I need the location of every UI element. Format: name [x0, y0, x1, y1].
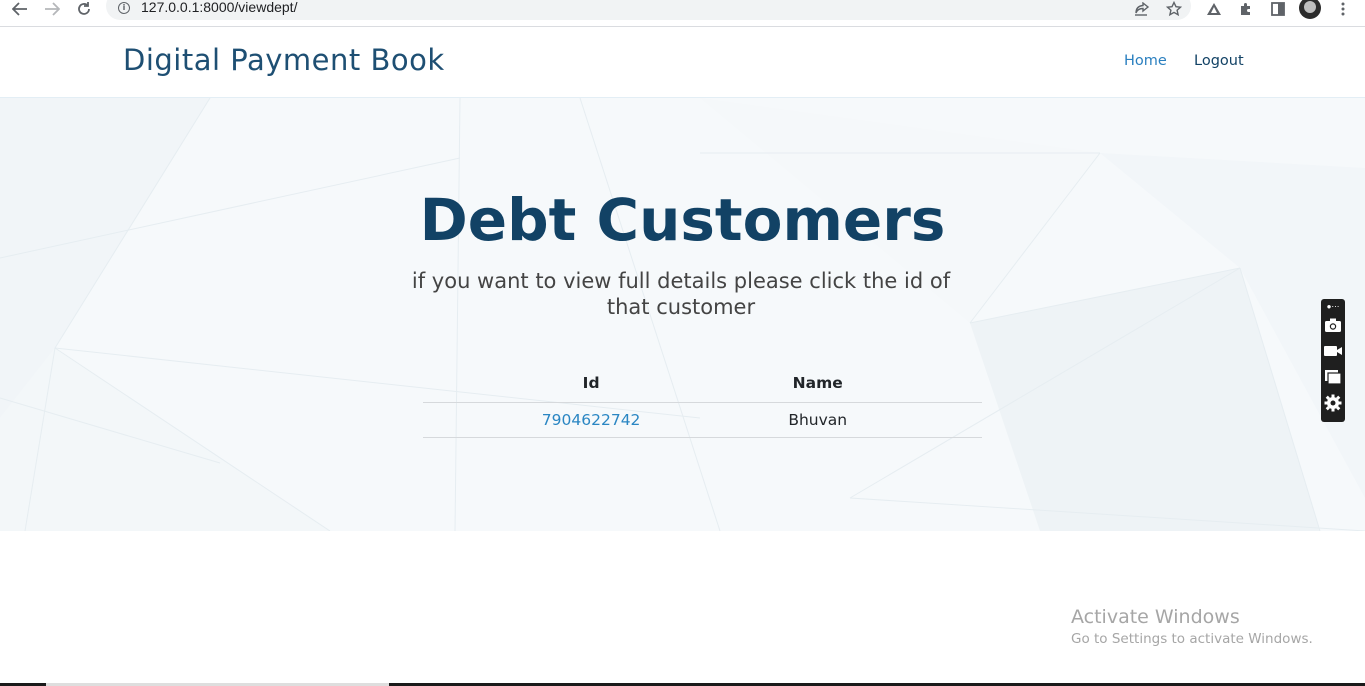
- table-cell-id: 7904622742: [423, 402, 760, 438]
- info-icon[interactable]: i: [118, 2, 130, 14]
- debt-customers-table: Id Name 7904622742 Bhuvan: [423, 364, 982, 438]
- table-row: 7904622742 Bhuvan: [423, 402, 982, 438]
- capture-toolbar: ●⋯: [1321, 299, 1345, 422]
- table-cell-name: Bhuvan: [759, 402, 982, 438]
- url-text[interactable]: 127.0.0.1:8000/viewdept/: [141, 0, 297, 15]
- column-header-name-label: Name: [792, 374, 843, 392]
- column-header-id: Id: [423, 364, 760, 403]
- gear-icon[interactable]: [1323, 393, 1343, 413]
- share-icon[interactable]: [1132, 0, 1152, 18]
- brand-logo-text[interactable]: Digital Payment Book: [123, 43, 445, 77]
- avatar-icon[interactable]: [1299, 0, 1321, 19]
- reload-icon[interactable]: [73, 0, 95, 18]
- arrow-right-icon[interactable]: [41, 0, 63, 18]
- camera-icon[interactable]: [1323, 315, 1343, 335]
- address-bar[interactable]: i 127.0.0.1:8000/viewdept/: [106, 0, 1191, 20]
- capture-toolbar-handle[interactable]: ●⋯: [1321, 301, 1345, 313]
- column-header-name: Name: [759, 364, 982, 403]
- star-icon[interactable]: [1164, 0, 1184, 18]
- nav-home-link[interactable]: Home: [1124, 53, 1167, 69]
- activate-windows-subtitle: Go to Settings to activate Windows.: [1071, 631, 1313, 647]
- activate-windows-title: Activate Windows: [1071, 606, 1240, 628]
- triangle-extension-icon[interactable]: [1204, 0, 1224, 18]
- nav-logout-link[interactable]: Logout: [1194, 53, 1244, 69]
- hero-section: Debt Customers if you want to view full …: [0, 98, 1365, 531]
- video-icon[interactable]: [1323, 341, 1343, 361]
- page-subtitle: if you want to view full details please …: [411, 269, 951, 319]
- window-icon[interactable]: [1323, 367, 1343, 387]
- arrow-left-icon[interactable]: [9, 0, 31, 18]
- puzzle-icon[interactable]: [1236, 0, 1256, 18]
- customer-name: Bhuvan: [788, 411, 848, 429]
- browser-toolbar: i 127.0.0.1:8000/viewdept/: [0, 0, 1365, 27]
- customer-id-link[interactable]: 7904622742: [542, 411, 641, 429]
- site-header: Digital Payment Book Home Logout: [0, 27, 1365, 98]
- page-title: Debt Customers: [419, 186, 946, 254]
- kebab-menu-icon[interactable]: [1333, 0, 1353, 18]
- table-header-row: Id Name: [423, 364, 982, 403]
- side-panel-icon[interactable]: [1268, 0, 1288, 18]
